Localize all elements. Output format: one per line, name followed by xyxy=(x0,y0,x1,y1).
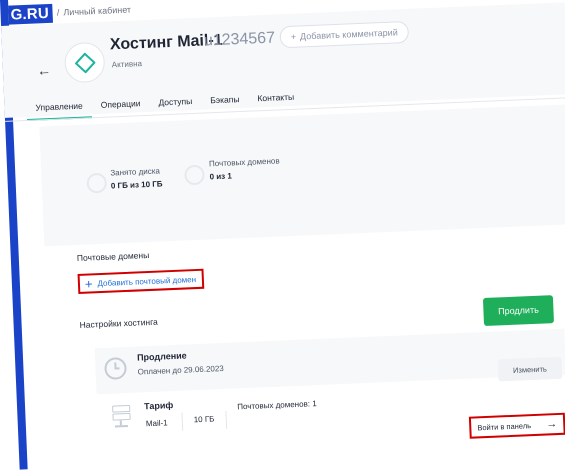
arrow-right-icon: → xyxy=(546,418,558,431)
add-mail-domain-button[interactable]: + Добавить почтовый домен xyxy=(77,268,205,294)
service-id: u1234567 xyxy=(203,29,276,50)
extend-button[interactable]: Продлить xyxy=(482,295,555,327)
site-logo[interactable]: G.RU xyxy=(8,3,54,25)
mail-domains-title: Почтовые домены xyxy=(76,249,150,264)
page: G.RU / Личный кабинет ← Хостинг Mail-1 u… xyxy=(0,0,565,470)
mail-domains-count-value: 0 из 1 xyxy=(209,171,233,182)
hosting-settings-title: Настройки хостинга xyxy=(79,316,158,330)
add-comment-label: Добавить комментарий xyxy=(299,27,398,42)
plus-icon: + xyxy=(290,31,297,42)
diamond-icon xyxy=(74,51,96,74)
breadcrumb-separator: / xyxy=(56,7,60,18)
change-tariff-button[interactable]: Изменить xyxy=(497,356,563,382)
add-mail-domain-label: Добавить почтовый домен xyxy=(97,274,197,288)
renewal-title: Продление xyxy=(136,350,187,363)
tariff-title: Тариф xyxy=(143,400,174,412)
login-panel-label: Войти в панель xyxy=(477,420,532,432)
plus-icon: + xyxy=(84,275,93,292)
tariff-size: 10 ГБ xyxy=(193,414,215,425)
server-icon xyxy=(112,404,131,428)
back-arrow-icon[interactable]: ← xyxy=(37,62,52,79)
breadcrumb-cabinet[interactable]: Личный кабинет xyxy=(63,5,131,18)
login-panel-button[interactable]: Войти в панель → xyxy=(468,412,565,439)
status-badge: Активна xyxy=(111,59,143,70)
tariff-name: Mail-1 xyxy=(145,418,168,429)
